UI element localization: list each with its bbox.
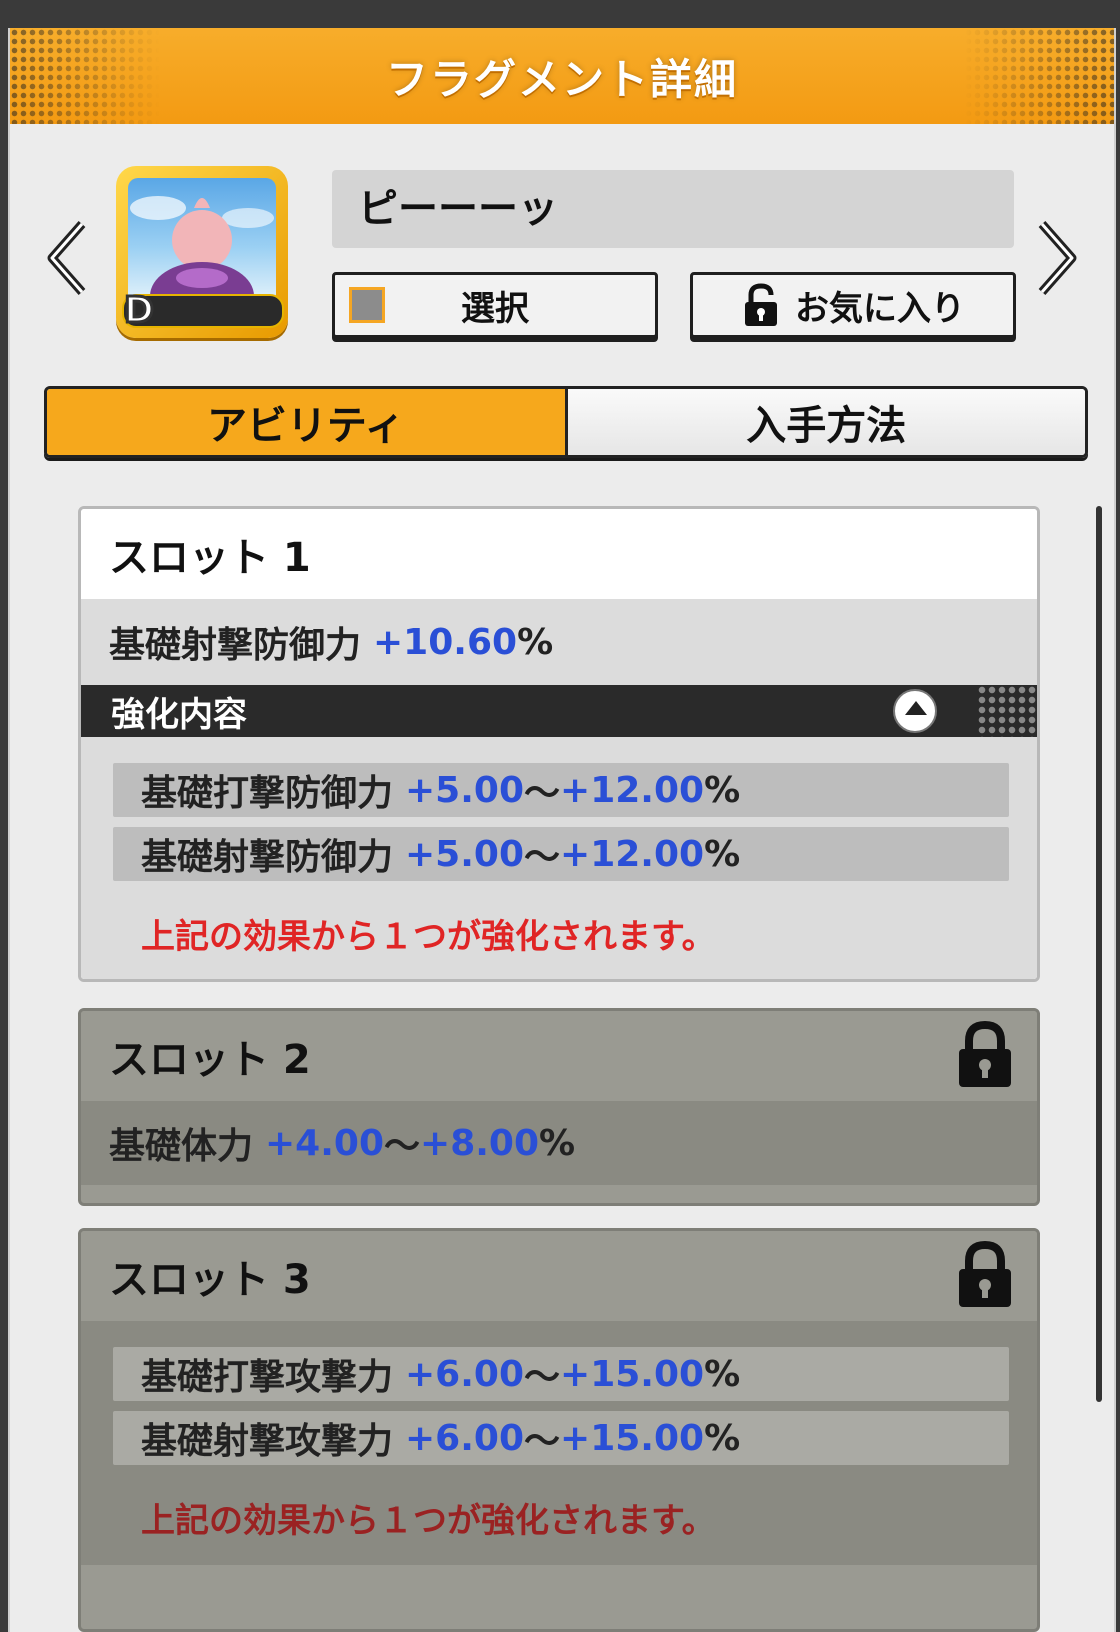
range-min: +6.00 (405, 1353, 525, 1395)
scrollbar[interactable] (1096, 506, 1102, 1402)
range-stat-name: 基礎打撃攻撃力 (141, 1357, 394, 1398)
range-max: +12.00 (560, 769, 705, 811)
stat-unit: % (539, 1122, 576, 1164)
range-max: +8.00 (420, 1122, 540, 1164)
range-min: +5.00 (405, 769, 525, 811)
tab-acquisition[interactable]: 入手方法 (567, 389, 1085, 455)
enhance-header[interactable]: 強化内容 (81, 685, 1037, 737)
slot-main-stat: 基礎射撃防御力 +10.60 % (81, 599, 1037, 685)
range-sep: 〜 (524, 1357, 561, 1398)
range-max: +15.00 (560, 1353, 705, 1395)
stat-value: +10.60 (373, 621, 518, 663)
stat-unit: % (517, 621, 554, 663)
enhance-dot-pattern (977, 685, 1037, 737)
range-stat-name: 基礎射撃防御力 (141, 837, 394, 878)
collapse-up-icon[interactable] (893, 689, 937, 733)
slot-title-text: スロット 3 (109, 1257, 311, 1303)
range-min: +5.00 (405, 833, 525, 875)
enhance-label: 強化内容 (111, 694, 247, 735)
slot-title: スロット 1 (81, 509, 1037, 599)
range-row: 基礎射撃防御力 +5.00 〜 +12.00 % (113, 827, 1009, 881)
range-sep: 〜 (524, 773, 561, 814)
slot-card-2: スロット 2 基礎体力 +4.00 〜 +8.00 % (78, 1008, 1040, 1206)
prev-arrow-icon[interactable] (44, 218, 90, 298)
range-max: +12.00 (560, 833, 705, 875)
favorite-button[interactable]: お気に入り (690, 272, 1016, 338)
range-unit: % (704, 833, 741, 875)
page-title: フラグメント詳細 (385, 54, 738, 104)
lock-icon (959, 1020, 1011, 1087)
range-sep: 〜 (384, 1126, 421, 1167)
select-button[interactable]: 選択 (332, 272, 658, 338)
range-stat-name: 基礎射撃攻撃力 (141, 1421, 394, 1462)
slot-main-stat: 基礎体力 +4.00 〜 +8.00 % (81, 1101, 1037, 1185)
range-stat-name: 基礎打撃防御力 (141, 773, 394, 814)
range-row: 基礎射撃攻撃力 +6.00 〜 +15.00 % (113, 1411, 1009, 1465)
tab-bar: アビリティ 入手方法 (44, 386, 1088, 458)
header-dot-pattern-right (964, 28, 1114, 124)
slot-card-1: スロット 1 基礎射撃防御力 +10.60 % 強化内容 基礎打撃防御力 +5.… (78, 506, 1040, 982)
range-unit: % (704, 1417, 741, 1459)
range-unit: % (704, 1353, 741, 1395)
stat-name: 基礎体力 (109, 1126, 254, 1167)
range-row: 基礎打撃防御力 +5.00 〜 +12.00 % (113, 763, 1009, 817)
slot-title-text: スロット 2 (109, 1037, 311, 1083)
tab-ability[interactable]: アビリティ (47, 389, 568, 455)
unlock-icon (745, 283, 777, 326)
slot-card-3: スロット 3 基礎打撃攻撃力 +6.00 〜 +15.00 % 基礎射撃攻撃力 … (78, 1228, 1040, 1632)
enhance-note: 上記の効果から１つが強化されます。 (141, 1501, 716, 1541)
enhance-note: 上記の効果から１つが強化されます。 (141, 917, 716, 957)
lock-icon (959, 1240, 1011, 1307)
stat-name: 基礎射撃防御力 (109, 625, 362, 666)
range-max: +15.00 (560, 1417, 705, 1459)
fragment-portrait[interactable]: D (116, 166, 288, 338)
slot-title: スロット 3 (81, 1231, 1037, 1321)
enhance-body: 基礎打撃防御力 +5.00 〜 +12.00 % 基礎射撃防御力 +5.00 〜… (81, 737, 1037, 979)
next-arrow-icon[interactable] (1034, 218, 1080, 298)
header-dot-pattern-left (10, 28, 160, 124)
range-sep: 〜 (524, 1421, 561, 1462)
favorite-label: お気に入り (795, 288, 965, 329)
fragment-detail-panel: フラグメント詳細 D ピーーーッ 選択 お気に入り アビリティ 入手方法 スロッ… (8, 28, 1116, 1632)
select-checkbox[interactable] (349, 287, 385, 323)
fragment-name: ピーーーッ (332, 170, 1014, 248)
character-image (128, 178, 276, 304)
rank-letter: D (123, 289, 156, 333)
range-sep: 〜 (524, 837, 561, 878)
range-unit: % (704, 769, 741, 811)
range-row: 基礎打撃攻撃力 +6.00 〜 +15.00 % (113, 1347, 1009, 1401)
range-min: +4.00 (265, 1122, 385, 1164)
select-label: 選択 (461, 288, 529, 329)
range-min: +6.00 (405, 1417, 525, 1459)
enhance-body: 基礎打撃攻撃力 +6.00 〜 +15.00 % 基礎射撃攻撃力 +6.00 〜… (81, 1321, 1037, 1565)
slot-title: スロット 2 (81, 1011, 1037, 1101)
header-bar: フラグメント詳細 (10, 28, 1114, 124)
